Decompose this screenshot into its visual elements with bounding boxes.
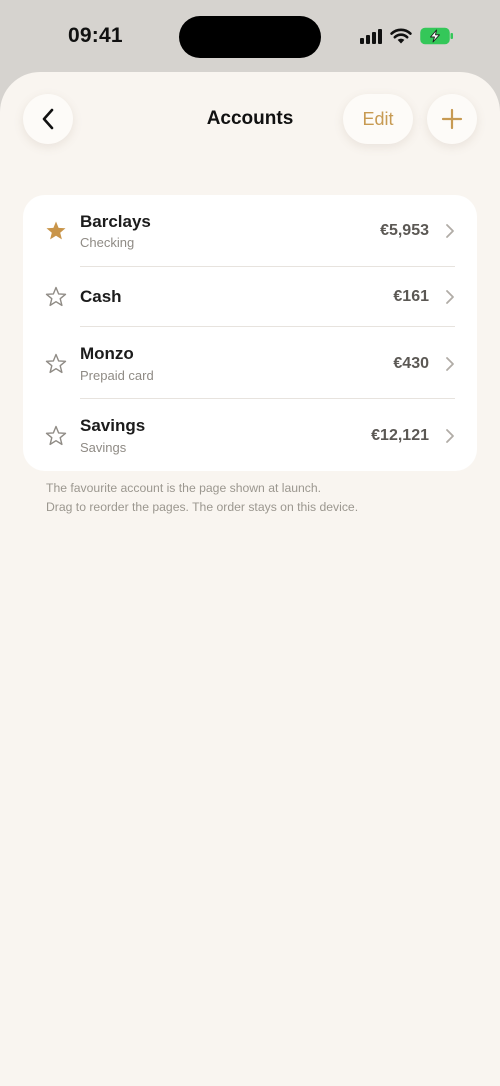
accounts-sheet: Accounts Edit Barclays Checking €5,953 C…: [0, 72, 500, 1086]
account-type: Prepaid card: [80, 368, 154, 383]
back-button[interactable]: [23, 94, 73, 144]
add-button[interactable]: [427, 94, 477, 144]
account-balance: €5,953: [380, 222, 429, 239]
footnote: The favourite account is the page shown …: [46, 479, 466, 517]
account-type: Checking: [80, 235, 135, 250]
account-name: Monzo: [80, 344, 134, 363]
edit-button[interactable]: Edit: [343, 94, 413, 144]
battery-charging-icon: [420, 27, 453, 45]
accounts-list: Barclays Checking €5,953 Cash €161 Monzo…: [23, 195, 477, 471]
status-icons: [360, 27, 454, 45]
dynamic-island: [179, 16, 321, 58]
status-bar: 09:41: [0, 0, 500, 72]
account-row-barclays[interactable]: Barclays Checking €5,953: [23, 195, 477, 267]
star-outline-icon[interactable]: [44, 285, 68, 309]
status-time: 09:41: [68, 24, 123, 47]
star-filled-icon[interactable]: [44, 219, 68, 243]
chevron-left-icon: [42, 108, 54, 130]
chevron-right-icon: [446, 429, 454, 443]
account-balance: €12,121: [371, 427, 429, 444]
chevron-right-icon: [446, 357, 454, 371]
account-row-monzo[interactable]: Monzo Prepaid card €430: [23, 327, 477, 399]
account-row-savings[interactable]: Savings Savings €12,121: [23, 399, 477, 471]
star-outline-icon[interactable]: [44, 424, 68, 448]
account-balance: €161: [393, 288, 429, 305]
cellular-signal-icon: [360, 28, 382, 44]
account-name: Barclays: [80, 212, 151, 231]
wifi-icon: [390, 28, 412, 44]
page-title: Accounts: [206, 108, 294, 129]
star-outline-icon[interactable]: [44, 352, 68, 376]
account-row-cash[interactable]: Cash €161: [23, 267, 477, 327]
account-type: Savings: [80, 440, 127, 455]
account-name: Savings: [80, 416, 146, 435]
footnote-line: The favourite account is the page shown …: [46, 481, 322, 495]
plus-icon: [441, 108, 463, 130]
account-name: Cash: [80, 287, 122, 306]
chevron-right-icon: [446, 224, 454, 238]
footnote-line: Drag to reorder the pages. The order sta…: [46, 500, 359, 514]
account-balance: €430: [393, 355, 429, 372]
chevron-right-icon: [446, 290, 454, 304]
